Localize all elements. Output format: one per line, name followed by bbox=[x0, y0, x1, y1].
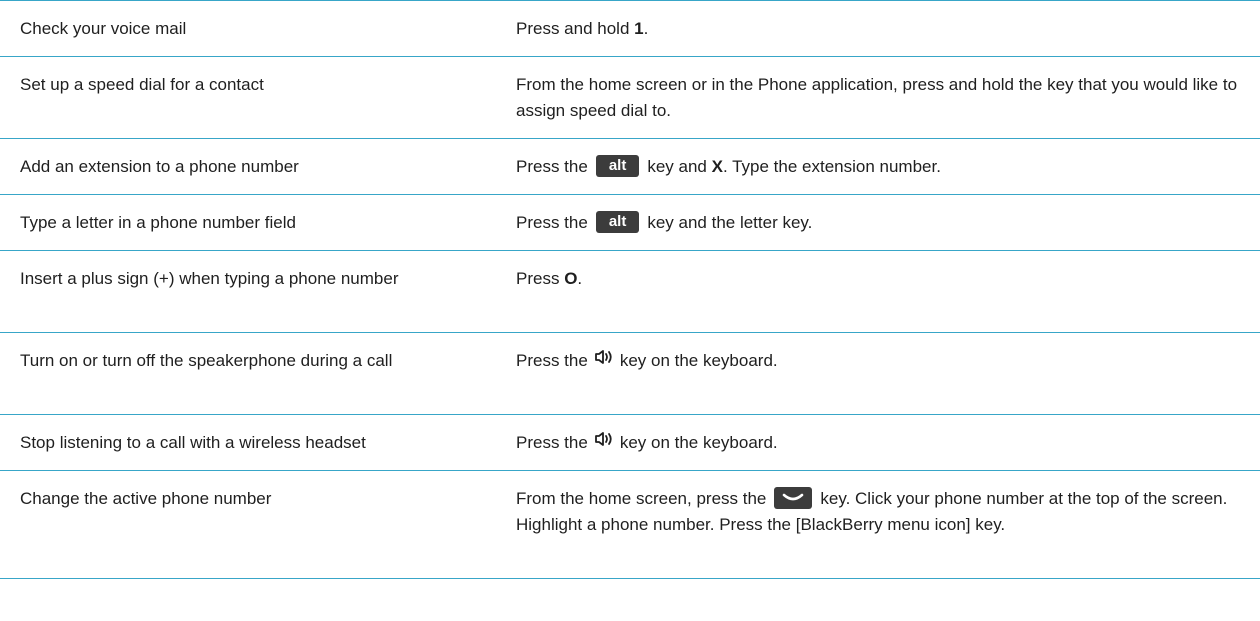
table-row: Set up a speed dial for a contact From t… bbox=[0, 57, 1260, 139]
shortcut-cell: Press the alt key and X. Type the extensio… bbox=[516, 139, 1260, 194]
shortcut-text: Press and hold bbox=[516, 19, 635, 38]
shortcut-text: Press the bbox=[516, 157, 588, 176]
shortcut-cell: Press and hold 1. bbox=[516, 1, 1260, 56]
shortcut-text: key and the letter key. bbox=[647, 213, 813, 232]
table-row: Stop listening to a call with a wireless… bbox=[0, 415, 1260, 471]
action-cell: Insert a plus sign (+) when typing a pho… bbox=[20, 269, 399, 288]
table-row: Add an extension to a phone number Press… bbox=[0, 139, 1260, 195]
shortcut-cell: Press the alt key and the letter key. bbox=[516, 195, 1260, 250]
shortcut-text: Press the bbox=[516, 351, 588, 370]
table-row: Change the active phone number From the … bbox=[0, 471, 1260, 579]
action-cell: Change the active phone number bbox=[20, 489, 272, 508]
table-row: Type a letter in a phone number field Pr… bbox=[0, 195, 1260, 251]
key-label: 1 bbox=[634, 19, 644, 38]
send-key-icon bbox=[774, 486, 813, 509]
shortcut-text: Press bbox=[516, 269, 565, 288]
shortcut-text: . bbox=[577, 269, 583, 288]
shortcut-text: Press the bbox=[516, 213, 588, 232]
shortcut-cell: Press the key on the keyboard. bbox=[516, 333, 1260, 414]
table-row: Turn on or turn off the speakerphone dur… bbox=[0, 333, 1260, 415]
shortcut-text: . bbox=[643, 19, 649, 38]
alt-key: alt bbox=[595, 210, 640, 233]
action-cell: Set up a speed dial for a contact bbox=[20, 75, 264, 94]
shortcut-text: key on the keyboard. bbox=[619, 351, 778, 370]
table-row: Check your voice mail Press and hold 1. bbox=[0, 1, 1260, 57]
action-cell: Type a letter in a phone number field bbox=[20, 213, 296, 232]
speaker-icon bbox=[594, 347, 614, 373]
action-cell: Stop listening to a call with a wireless… bbox=[20, 433, 366, 452]
alt-key: alt bbox=[595, 154, 640, 177]
action-cell: Add an extension to a phone number bbox=[20, 157, 299, 176]
shortcut-text: key on the keyboard. bbox=[619, 433, 778, 452]
shortcut-text: . Type the extension number. bbox=[722, 157, 941, 176]
shortcut-cell: Press O. bbox=[516, 251, 1260, 332]
shortcut-table: Check your voice mail Press and hold 1 . … bbox=[0, 0, 1260, 579]
shortcut-text: Press the bbox=[516, 433, 588, 452]
shortcut-cell: From the home screen or in the Phone app… bbox=[516, 75, 1238, 120]
speaker-icon bbox=[594, 429, 614, 455]
key-label: O bbox=[564, 269, 578, 288]
table-row: Insert a plus sign (+) when typing a pho… bbox=[0, 251, 1260, 333]
shortcut-cell: Press the key on the keyboard. bbox=[516, 415, 1260, 470]
key-label: X bbox=[711, 157, 723, 176]
shortcut-text: key and bbox=[647, 157, 712, 176]
action-cell: Check your voice mail bbox=[20, 19, 187, 38]
shortcut-text: From the home screen, press the bbox=[516, 489, 767, 508]
shortcut-cell: From the home screen, press the key. Clic… bbox=[516, 471, 1260, 578]
action-cell: Turn on or turn off the speakerphone dur… bbox=[20, 351, 393, 370]
